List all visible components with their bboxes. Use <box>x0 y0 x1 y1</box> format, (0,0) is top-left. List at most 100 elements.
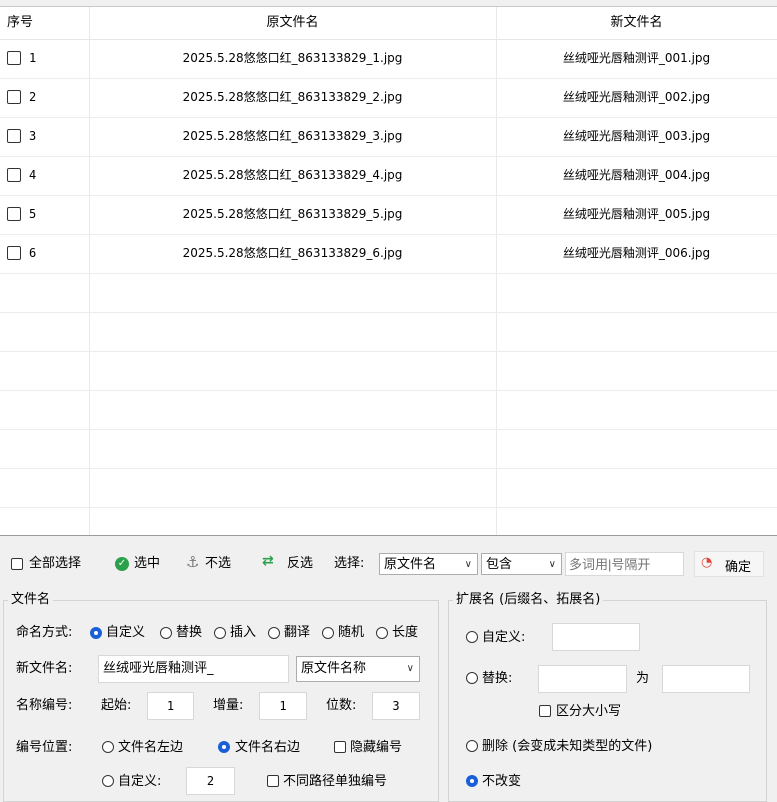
pos-left-label[interactable]: 文件名左边 <box>118 740 183 756</box>
table-row <box>0 312 777 352</box>
mode-label-option[interactable]: 随机 <box>338 625 364 641</box>
select-all-label[interactable]: 全部选择 <box>29 552 81 576</box>
header-index[interactable]: 序号 <box>7 7 33 39</box>
keyword-input[interactable] <box>565 552 684 576</box>
case-sensitive-label[interactable]: 区分大小写 <box>556 704 621 720</box>
table-row[interactable]: 6 2025.5.28悠悠口红_863133829_6.jpg 丝绒哑光唇釉测评_0… <box>0 234 777 274</box>
hide-number-checkbox[interactable] <box>334 741 346 753</box>
mode-radio[interactable] <box>376 627 388 639</box>
select-button[interactable]: 选中 <box>134 552 160 576</box>
row-checkbox[interactable] <box>7 51 21 65</box>
pos-custom-input[interactable]: 2 <box>186 767 235 795</box>
new-name-label: 新文件名: <box>16 661 73 676</box>
separate-numbering-label[interactable]: 不同路径单独编号 <box>283 774 387 790</box>
step-input[interactable]: 1 <box>259 692 307 720</box>
table-row[interactable]: 3 2025.5.28悠悠口红_863133829_3.jpg 丝绒哑光唇釉测评_0… <box>0 117 777 157</box>
ext-custom-radio[interactable] <box>466 631 478 643</box>
field-select-value: 原文件名 <box>384 557 437 572</box>
mode-label-option[interactable]: 长度 <box>392 625 418 641</box>
digits-label: 位数: <box>326 698 357 713</box>
mode-label-option[interactable]: 插入 <box>230 625 256 641</box>
row-index: 6 <box>29 246 37 260</box>
chevron-down-icon: ∨ <box>464 559 472 570</box>
pos-right-label[interactable]: 文件名右边 <box>235 740 300 756</box>
table-row[interactable]: 5 2025.5.28悠悠口红_863133829_5.jpg 丝绒哑光唇釉测评_0… <box>0 195 777 235</box>
row-new-name: 丝绒哑光唇釉测评_002.jpg <box>562 90 711 104</box>
anchor-icon: ⚓ <box>186 553 200 571</box>
ext-replace-radio[interactable] <box>466 672 478 684</box>
hide-number-label[interactable]: 隐藏编号 <box>350 740 402 756</box>
separate-numbering-checkbox[interactable] <box>267 775 279 787</box>
row-original-name: 2025.5.28悠悠口红_863133829_5.jpg <box>182 207 403 221</box>
table-row[interactable]: 1 2025.5.28悠悠口红_863133829_1.jpg 丝绒哑光唇釉测评_0… <box>0 39 777 79</box>
name-source-value: 原文件名称 <box>301 661 367 676</box>
unselect-button[interactable]: 不选 <box>205 552 231 576</box>
name-source-select[interactable]: 原文件名称 ∨ <box>296 656 420 682</box>
ext-replace-to-input[interactable] <box>662 665 750 693</box>
row-index: 2 <box>29 90 37 104</box>
file-table: 序号 原文件名 新文件名 1 2025.5.28悠悠口红_863133829_1.… <box>0 6 777 536</box>
step-label: 增量: <box>213 698 244 713</box>
mode-radio[interactable] <box>90 627 102 639</box>
confirm-button[interactable]: ◔ 确定 <box>694 551 764 577</box>
table-row[interactable]: 4 2025.5.28悠悠口红_863133829_4.jpg 丝绒哑光唇釉测评_0… <box>0 156 777 196</box>
ext-custom-label[interactable]: 自定义: <box>482 630 525 646</box>
mode-label-option[interactable]: 自定义 <box>106 625 145 641</box>
row-new-name: 丝绒哑光唇釉测评_003.jpg <box>562 129 711 143</box>
mode-radio[interactable] <box>322 627 334 639</box>
ext-replace-label[interactable]: 替换: <box>482 671 512 687</box>
table-row <box>0 507 777 535</box>
table-row <box>0 468 777 508</box>
ext-delete-label[interactable]: 删除 (会变成未知类型的文件) <box>482 739 652 755</box>
row-checkbox[interactable] <box>7 129 21 143</box>
table-row <box>0 351 777 391</box>
new-name-input[interactable]: 丝绒哑光唇釉测评_ <box>98 655 289 683</box>
invert-button[interactable]: 反选 <box>287 552 313 576</box>
mode-radio[interactable] <box>160 627 172 639</box>
filename-group-title: 文件名 <box>8 592 54 608</box>
ext-custom-input[interactable] <box>552 623 640 651</box>
ext-unchanged-radio[interactable] <box>466 775 478 787</box>
row-checkbox[interactable] <box>7 246 21 260</box>
pos-custom-radio[interactable] <box>102 775 114 787</box>
check-circle-icon: ✓ <box>115 557 129 571</box>
ext-unchanged-label[interactable]: 不改变 <box>482 774 521 790</box>
table-row <box>0 429 777 469</box>
mode-label-option[interactable]: 翻译 <box>284 625 310 641</box>
row-new-name: 丝绒哑光唇釉测评_006.jpg <box>562 246 711 260</box>
select-all-checkbox[interactable] <box>11 558 23 570</box>
table-row[interactable]: 2 2025.5.28悠悠口红_863133829_2.jpg 丝绒哑光唇釉测评_0… <box>0 78 777 118</box>
pos-custom-label[interactable]: 自定义: <box>118 774 161 790</box>
row-index: 4 <box>29 168 37 182</box>
pos-left-radio[interactable] <box>102 741 114 753</box>
mode-label-option[interactable]: 替换 <box>176 625 202 641</box>
digits-input[interactable]: 3 <box>372 692 420 720</box>
table-row <box>0 390 777 430</box>
row-checkbox[interactable] <box>7 90 21 104</box>
match-select-value: 包含 <box>486 557 513 572</box>
table-header: 序号 原文件名 新文件名 <box>0 7 777 40</box>
ext-delete-radio[interactable] <box>466 740 478 752</box>
table-row <box>0 273 777 313</box>
mode-radio[interactable] <box>268 627 280 639</box>
row-checkbox[interactable] <box>7 207 21 221</box>
header-original-name[interactable]: 原文件名 <box>89 7 496 39</box>
match-select[interactable]: 包含 ∨ <box>481 553 562 575</box>
header-new-name[interactable]: 新文件名 <box>496 7 777 39</box>
ext-replace-to-label: 为 <box>636 671 650 686</box>
row-new-name: 丝绒哑光唇釉测评_004.jpg <box>562 168 711 182</box>
chevron-down-icon: ∨ <box>548 559 556 570</box>
ext-replace-from-input[interactable] <box>538 665 627 693</box>
swap-icon: ⇄ <box>262 553 274 569</box>
row-new-name: 丝绒哑光唇釉测评_001.jpg <box>562 51 711 65</box>
numbering-label: 名称编号: <box>16 698 73 713</box>
row-checkbox[interactable] <box>7 168 21 182</box>
start-input[interactable]: 1 <box>147 692 194 720</box>
row-original-name: 2025.5.28悠悠口红_863133829_6.jpg <box>182 246 403 260</box>
field-select[interactable]: 原文件名 ∨ <box>379 553 478 575</box>
case-sensitive-checkbox[interactable] <box>539 705 551 717</box>
confirm-label: 确定 <box>725 560 752 575</box>
mode-radio[interactable] <box>214 627 226 639</box>
pos-right-radio[interactable] <box>218 741 230 753</box>
row-original-name: 2025.5.28悠悠口红_863133829_3.jpg <box>182 129 403 143</box>
